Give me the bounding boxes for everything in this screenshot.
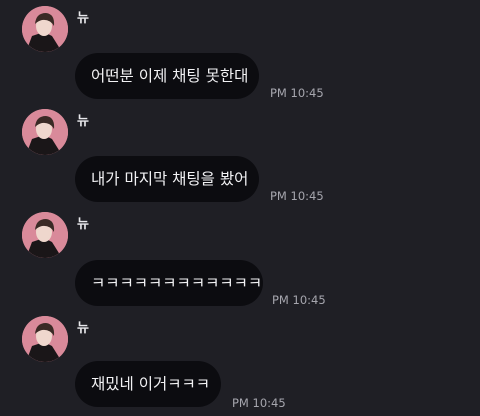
sender-name: 뉴 bbox=[77, 11, 89, 26]
profile-photo-icon bbox=[22, 6, 68, 52]
profile-photo-icon bbox=[22, 109, 68, 155]
avatar[interactable] bbox=[22, 212, 68, 258]
message-bubble[interactable]: 어떤분 이제 채팅 못한대 bbox=[75, 53, 259, 99]
message-timestamp: PM 10:45 bbox=[272, 293, 326, 307]
avatar[interactable] bbox=[22, 109, 68, 155]
message-bubble[interactable]: ㅋㅋㅋㅋㅋㅋㅋㅋㅋㅋㅋㅋ bbox=[75, 260, 263, 306]
message-timestamp: PM 10:45 bbox=[270, 189, 324, 203]
message-timestamp: PM 10:45 bbox=[270, 86, 324, 100]
avatar[interactable] bbox=[22, 6, 68, 52]
avatar[interactable] bbox=[22, 316, 68, 362]
profile-photo-icon bbox=[22, 316, 68, 362]
sender-name: 뉴 bbox=[77, 217, 89, 232]
profile-photo-icon bbox=[22, 212, 68, 258]
message-bubble[interactable]: 내가 마지막 채팅을 봤어 bbox=[75, 156, 259, 202]
message-timestamp: PM 10:45 bbox=[232, 396, 286, 410]
sender-name: 뉴 bbox=[77, 114, 89, 129]
message-bubble[interactable]: 재밌네 이거ㅋㅋㅋ bbox=[75, 361, 221, 407]
sender-name: 뉴 bbox=[77, 321, 89, 336]
